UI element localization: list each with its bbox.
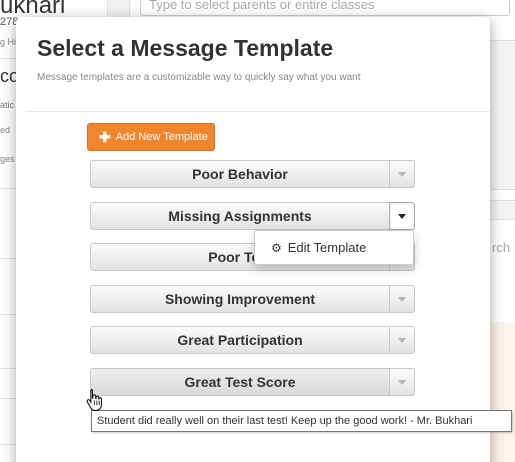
modal-title: Select a Message Template (37, 35, 334, 61)
template-button[interactable]: Missing Assignments (90, 202, 389, 230)
caret-down-icon (398, 296, 406, 302)
background-label-fragment: ges (0, 154, 15, 164)
template-button-group: Great Test Score (90, 368, 415, 396)
caret-down-icon (398, 337, 406, 343)
caret-down-icon (398, 379, 406, 385)
add-new-template-button[interactable]: ✚ Add New Template (87, 123, 215, 151)
template-button-group: Poor Behavior (90, 160, 415, 188)
template-button[interactable]: Great Participation (90, 326, 389, 354)
template-button[interactable]: Showing Improvement (90, 285, 389, 313)
modal-subtitle: Message templates are a customizable way… (37, 72, 361, 83)
edit-template-label: Edit Template (287, 240, 367, 255)
gear-icon: ⚙ (271, 240, 282, 255)
background-search-fragment: rch (492, 240, 511, 255)
template-options-toggle[interactable] (389, 368, 415, 396)
background-panel (490, 200, 515, 220)
template-preview-tooltip: Student did really well on their last te… (91, 410, 512, 432)
background-panel (490, 322, 515, 462)
background-label-fragment: atic (0, 100, 15, 110)
template-button[interactable]: Great Test Score (90, 368, 389, 396)
background-label-fragment: ed (0, 125, 11, 135)
caret-down-icon (398, 213, 406, 219)
template-options-toggle[interactable] (389, 160, 415, 188)
background-sub-fragment: g Hi (0, 37, 17, 47)
template-button-group: Missing Assignments (90, 202, 415, 230)
template-button[interactable]: Poor Behavior (90, 160, 389, 188)
template-button-group: Great Participation (90, 326, 415, 354)
background-recipient-search-input[interactable]: Type to select parents or entire classes (140, 0, 510, 16)
background-panel (490, 40, 515, 190)
template-options-toggle[interactable] (389, 326, 415, 354)
add-new-template-label: Add New Template (115, 131, 208, 143)
modal-divider (26, 111, 490, 112)
plus-icon: ✚ (99, 129, 111, 145)
caret-down-icon (398, 171, 406, 177)
edit-template-menu-item[interactable]: ⚙ Edit Template (254, 230, 414, 265)
hand-cursor-icon (86, 389, 102, 411)
template-options-toggle[interactable] (389, 285, 415, 313)
template-options-toggle[interactable] (389, 202, 415, 230)
template-button-group: Showing Improvement (90, 285, 415, 313)
